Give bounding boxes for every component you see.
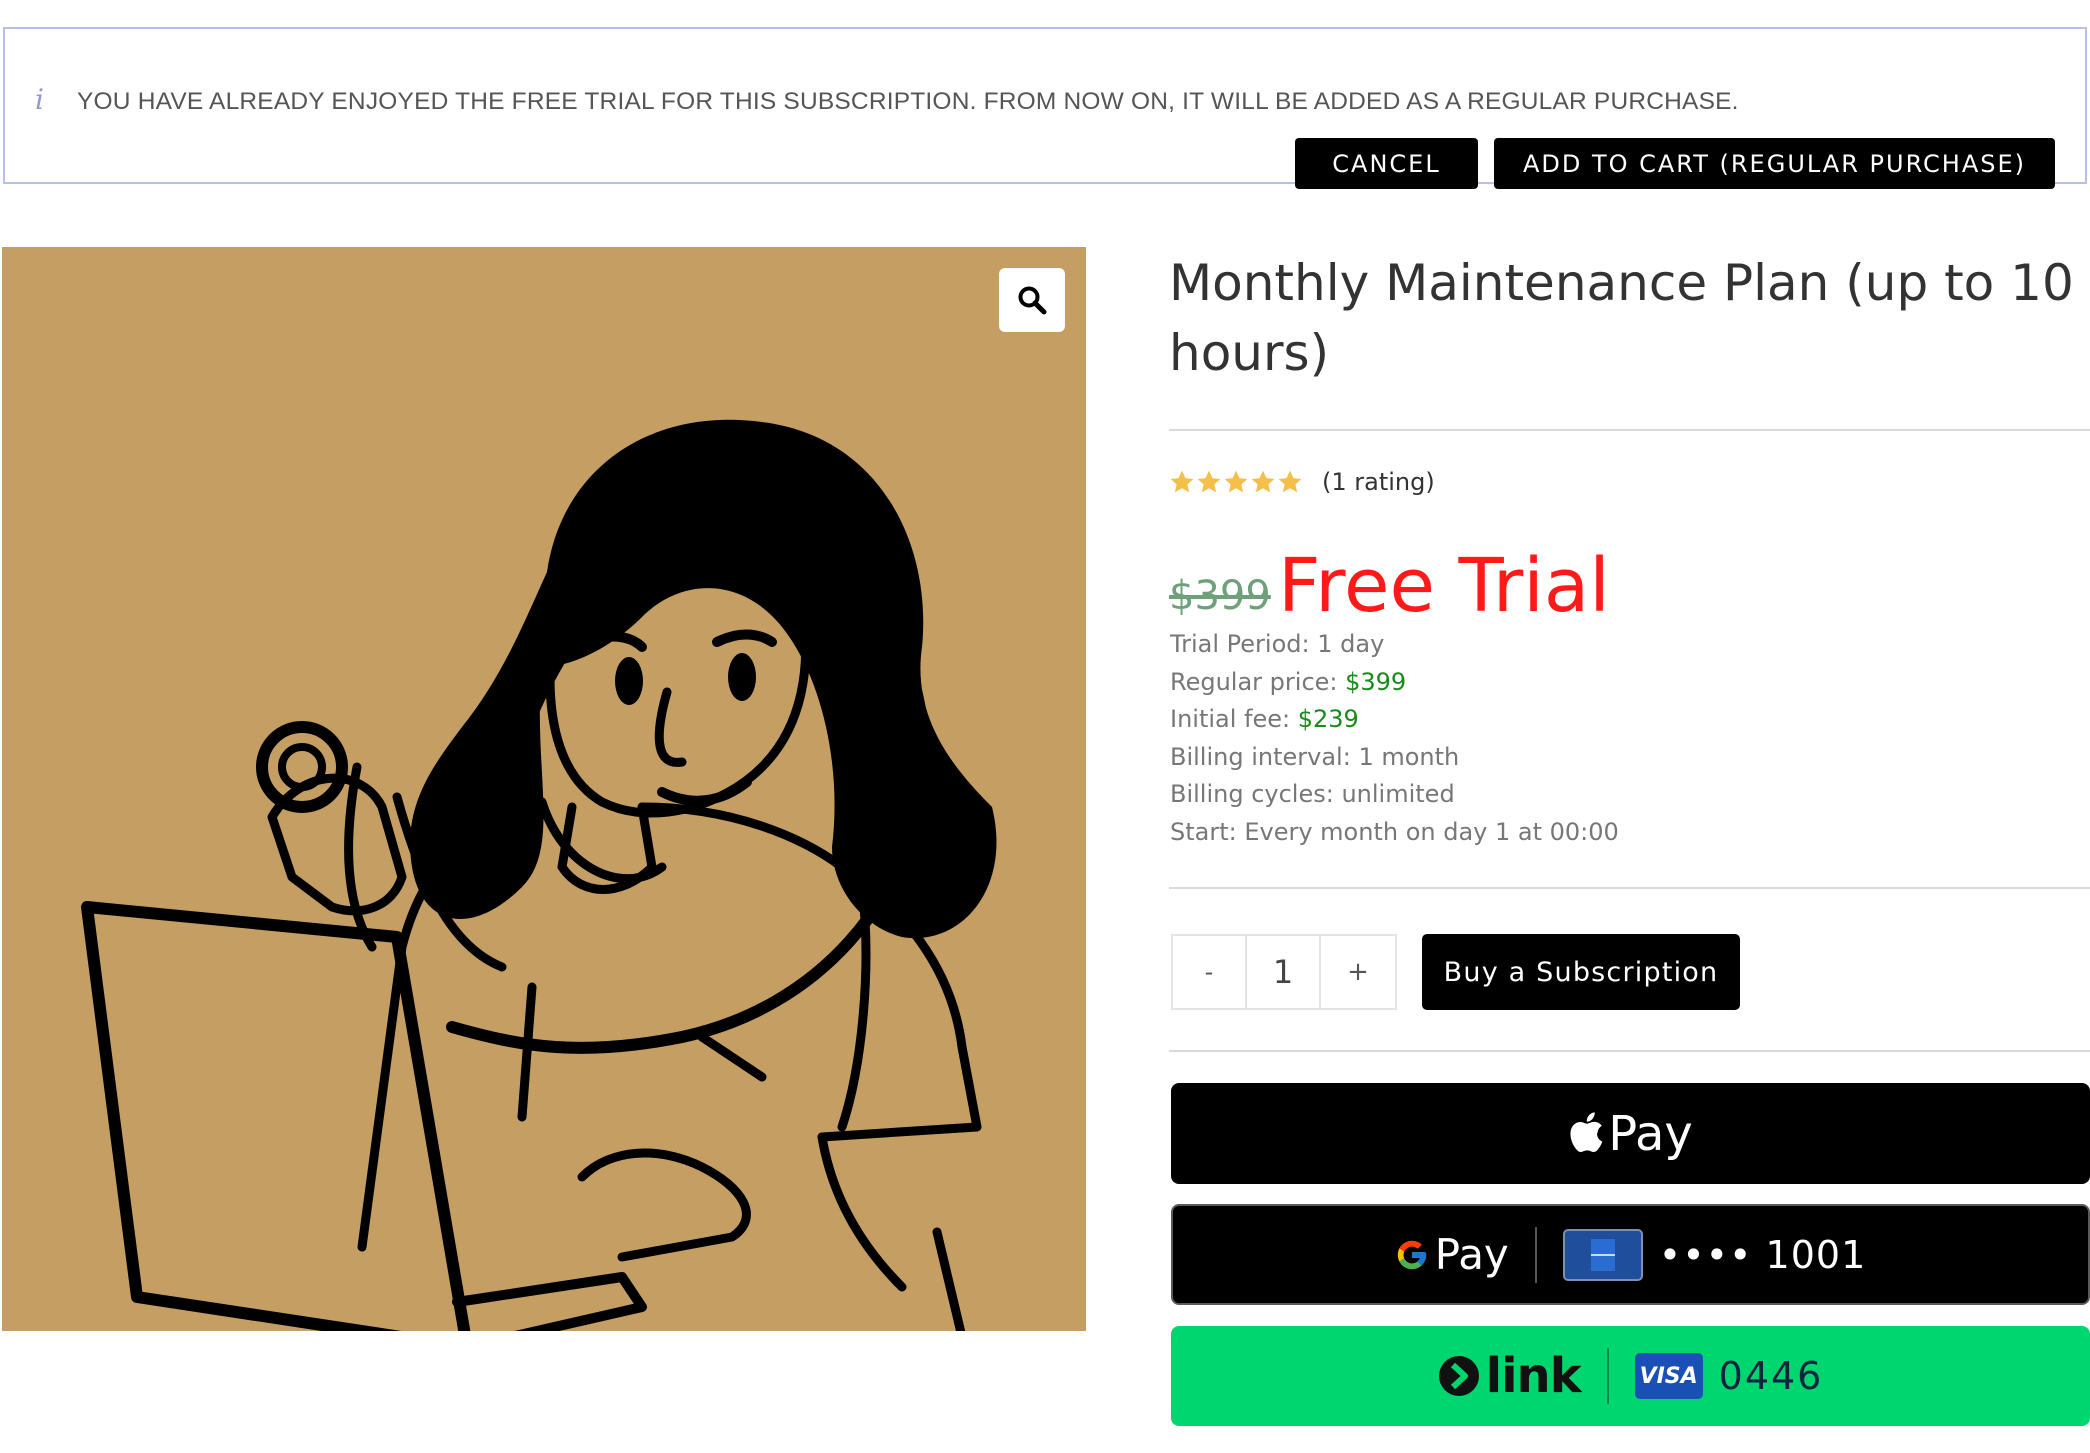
detail-trial-period: Trial Period: 1 day xyxy=(1170,630,1385,658)
quantity-decrease-button[interactable]: - xyxy=(1173,936,1247,1008)
divider xyxy=(1169,1050,2090,1052)
visa-card-icon: VISA xyxy=(1634,1353,1703,1399)
apple-pay-label: Pay xyxy=(1608,1105,1693,1162)
star-icon xyxy=(1278,470,1302,493)
old-price: $399 xyxy=(1169,573,1271,619)
detail-start: Start: Every month on day 1 at 00:00 xyxy=(1170,817,1619,846)
detail-regular-price: Regular price: $399 xyxy=(1170,667,1407,696)
doctor-with-stethoscope-and-laptop-illustration xyxy=(81,419,997,1331)
notice-box: i YOU HAVE ALREADY ENJOYED THE FREE TRIA… xyxy=(3,27,2087,189)
separator xyxy=(1606,1348,1609,1404)
product-image[interactable] xyxy=(2,247,1086,1331)
info-icon: i xyxy=(35,83,44,116)
free-trial-label: Free Trial xyxy=(1278,543,1610,629)
rating-count-link[interactable]: (1 rating) xyxy=(1322,466,1435,498)
quantity-increase-button[interactable]: + xyxy=(1321,936,1395,1008)
buy-subscription-button[interactable]: Buy a Subscription xyxy=(1422,934,1740,1010)
cancel-button[interactable]: CANCEL xyxy=(1295,138,1478,189)
amex-card-icon xyxy=(1562,1228,1643,1281)
star-icon xyxy=(1224,470,1248,493)
star-rating[interactable] xyxy=(1169,469,1303,495)
magnifier-icon xyxy=(1018,286,1047,315)
quantity-stepper: - 1 + xyxy=(1171,934,1397,1010)
star-icon xyxy=(1197,470,1221,493)
apple-icon xyxy=(1570,1111,1603,1152)
google-pay-card-digits: •••• 1001 xyxy=(1658,1232,1867,1277)
google-pay-button[interactable]: Pay •••• 1001 xyxy=(1171,1204,2090,1305)
star-icon xyxy=(1170,470,1194,493)
quantity-input[interactable]: 1 xyxy=(1247,936,1321,1008)
apple-pay-button[interactable]: Pay xyxy=(1171,1083,2090,1184)
divider xyxy=(1169,429,2090,431)
detail-initial-fee: Initial fee: $239 xyxy=(1170,705,1359,733)
google-pay-label: Pay xyxy=(1434,1229,1509,1279)
google-g-icon xyxy=(1397,1240,1426,1269)
link-pay-button[interactable]: link VISA 0446 xyxy=(1171,1326,2090,1426)
zoom-button[interactable] xyxy=(999,268,1065,332)
separator xyxy=(1534,1226,1537,1283)
add-to-cart-regular-button[interactable]: ADD TO CART (REGULAR PURCHASE) xyxy=(1494,138,2055,189)
link-arrow-icon xyxy=(1438,1356,1479,1396)
subscription-details: Trial Period: 1 day Regular price: $399 … xyxy=(1170,626,1619,851)
product-title: Monthly Maintenance Plan (up to 10 hours… xyxy=(1169,254,2074,382)
notice-message: YOU HAVE ALREADY ENJOYED THE FREE TRIAL … xyxy=(77,88,1739,115)
link-label: link xyxy=(1485,1348,1582,1404)
detail-billing-interval: Billing interval: 1 month xyxy=(1170,742,1460,771)
divider xyxy=(1169,887,2090,889)
star-icon xyxy=(1251,470,1275,493)
link-card-digits: 0446 xyxy=(1718,1354,1824,1398)
detail-billing-cycles: Billing cycles: unlimited xyxy=(1170,780,1455,808)
